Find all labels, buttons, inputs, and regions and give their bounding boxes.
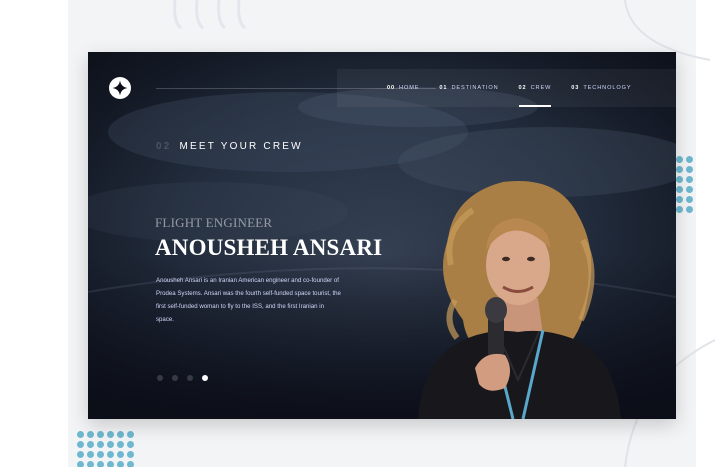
nav-item-label: HOME [399, 85, 420, 91]
nav-item-label: CREW [530, 85, 552, 91]
nav-item-crew[interactable]: 02 CREW [518, 69, 552, 107]
dot-pattern-right [676, 156, 693, 213]
nav-item-number: 02 [518, 85, 527, 91]
nav-item-technology[interactable]: 03 TECHNOLOGY [571, 69, 631, 107]
app-window: 00 HOME 01 DESTINATION 02 CREW 03 TECHNO… [88, 52, 676, 419]
page-margin-left [0, 0, 68, 467]
pager-dot-1[interactable] [157, 375, 163, 381]
crew-bio: Anousheh Ansari is an Iranian American e… [156, 277, 341, 323]
crew-pager [157, 375, 208, 381]
decorative-lines [173, 0, 247, 30]
page-eyebrow-title: MEET YOUR CREW [179, 141, 303, 152]
pager-dot-3[interactable] [187, 375, 193, 381]
nav-item-number: 03 [571, 85, 580, 91]
crew-portrait [418, 180, 621, 419]
pager-dot-2[interactable] [172, 375, 178, 381]
star-logo-icon[interactable] [109, 77, 131, 99]
crew-role: FLIGHT ENGINEER [155, 215, 273, 230]
page-eyebrow: 02 MEET YOUR CREW [156, 141, 303, 152]
nav-item-destination[interactable]: 01 DESTINATION [439, 69, 498, 107]
nav-item-home[interactable]: 00 HOME [387, 69, 419, 107]
nav-item-number: 00 [387, 85, 396, 91]
nav-item-number: 01 [439, 85, 448, 91]
nav-item-label: TECHNOLOGY [583, 85, 632, 91]
page-eyebrow-number: 02 [156, 141, 172, 152]
nav-item-label: DESTINATION [451, 85, 499, 91]
main-nav: 00 HOME 01 DESTINATION 02 CREW 03 TECHNO… [337, 69, 676, 107]
pager-dot-4[interactable] [202, 375, 208, 381]
dot-pattern-left [77, 431, 134, 467]
crew-name: ANOUSHEH ANSARI [155, 235, 383, 260]
